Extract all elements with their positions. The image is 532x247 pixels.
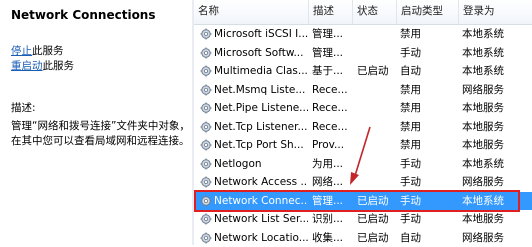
service-gear-icon: [200, 47, 212, 59]
column-header-logon-as[interactable]: 登录为: [458, 0, 532, 24]
service-desc-cell: 管理...: [312, 192, 354, 211]
service-name-cell: Network Access ...: [214, 173, 308, 192]
service-title: Network Connections: [11, 8, 156, 22]
restart-service-link[interactable]: 重启动: [11, 60, 43, 72]
service-status-cell: 已启动: [357, 229, 399, 247]
service-row[interactable]: Network Locatio...收集...已启动自动网络服务: [194, 229, 532, 247]
stop-service-link[interactable]: 停止: [11, 45, 32, 57]
service-startup-cell: 手动: [400, 173, 458, 192]
list-header: 名称 描述 状态 启动类型 登录为: [194, 0, 532, 25]
service-startup-cell: 禁用: [400, 136, 458, 155]
service-desc-cell: Rece...: [312, 99, 354, 118]
service-name-cell: Network Connec...: [214, 192, 308, 211]
service-desc-cell: 管理...: [312, 25, 354, 44]
service-name-cell: Net.Tcp Port Sh...: [214, 136, 308, 155]
annotation-arrow: [340, 125, 380, 187]
service-row[interactable]: Microsoft iSCSI I...管理... 禁用本地系统: [194, 25, 532, 44]
column-header-description[interactable]: 描述: [308, 0, 352, 24]
service-logon-cell: 本地服务: [462, 210, 532, 229]
service-status-cell: 已启动: [357, 210, 399, 229]
stop-service-action: 停止此服务: [11, 43, 64, 58]
service-logon-cell: 本地系统: [462, 155, 532, 174]
service-gear-icon: [200, 232, 212, 244]
service-logon-cell: 本地系统: [462, 25, 532, 44]
service-logon-cell: 网络服务: [462, 173, 532, 192]
service-logon-cell: 网络服务: [462, 229, 532, 247]
service-logon-cell: 本地系统: [462, 192, 532, 211]
service-gear-icon: [200, 84, 212, 96]
service-startup-cell: 手动: [400, 155, 458, 174]
service-gear-icon: [200, 121, 212, 133]
description-text: 管理“网络和拨号连接”文件夹中对象，在其中您可以查看局域网和远程连接。: [11, 119, 193, 150]
service-logon-cell: 本地服务: [462, 136, 532, 155]
service-row[interactable]: Multimedia Clas...基于...已启动自动本地系统: [194, 62, 532, 81]
service-startup-cell: 手动: [400, 44, 458, 63]
service-name-cell: Net.Pipe Listene...: [214, 99, 308, 118]
service-name-cell: Net.Msmq Liste...: [214, 81, 308, 100]
service-status-cell: [357, 25, 399, 44]
service-logon-cell: 网络服务: [462, 81, 532, 100]
stop-service-suffix: 此服务: [32, 45, 64, 57]
service-status-cell: [357, 99, 399, 118]
service-name-cell: Network Locatio...: [214, 229, 308, 247]
service-row[interactable]: Microsoft Softw...管理... 手动本地系统: [194, 44, 532, 63]
service-details-pane: Network Connections 停止此服务 重启动此服务 描述: 管理“…: [0, 0, 192, 245]
service-status-cell: [357, 44, 399, 63]
service-name-cell: Multimedia Clas...: [214, 62, 308, 81]
service-startup-cell: 禁用: [400, 99, 458, 118]
service-name-cell: Netlogon: [214, 155, 308, 174]
service-name-cell: Net.Tcp Listener...: [214, 118, 308, 137]
service-row[interactable]: Network List Ser...识别...已启动手动本地服务: [194, 210, 532, 229]
service-row[interactable]: Net.Msmq Liste...Rece... 禁用网络服务: [194, 81, 532, 100]
service-status-cell: [357, 81, 399, 100]
column-header-name[interactable]: 名称: [194, 0, 308, 24]
service-row[interactable]: Network Connec...管理...已启动手动本地系统: [194, 192, 532, 211]
service-name-cell: Microsoft iSCSI I...: [214, 25, 308, 44]
restart-service-suffix: 此服务: [43, 60, 75, 72]
service-desc-cell: 基于...: [312, 62, 354, 81]
service-startup-cell: 禁用: [400, 118, 458, 137]
service-desc-cell: 识别...: [312, 210, 354, 229]
service-startup-cell: 手动: [400, 210, 458, 229]
service-gear-icon: [200, 102, 212, 114]
service-description: 描述: 管理“网络和拨号连接”文件夹中对象，在其中您可以查看局域网和远程连接。: [11, 101, 193, 150]
description-label: 描述:: [11, 101, 193, 117]
column-header-status[interactable]: 状态: [352, 0, 396, 24]
service-name-cell: Microsoft Softw...: [214, 44, 308, 63]
service-logon-cell: 本地服务: [462, 99, 532, 118]
service-name-cell: Network List Ser...: [214, 210, 308, 229]
service-startup-cell: 自动: [400, 229, 458, 247]
service-startup-cell: 禁用: [400, 25, 458, 44]
service-gear-icon: [200, 28, 212, 40]
service-gear-icon: [200, 176, 212, 188]
service-gear-icon: [200, 213, 212, 225]
service-gear-icon: [200, 158, 212, 170]
services-list: 名称 描述 状态 启动类型 登录为 Microsoft iSCSI I...管理…: [194, 0, 532, 245]
restart-service-action: 重启动此服务: [11, 58, 74, 73]
service-desc-cell: 管理...: [312, 44, 354, 63]
service-desc-cell: Rece...: [312, 81, 354, 100]
service-desc-cell: 收集...: [312, 229, 354, 247]
service-logon-cell: 本地服务: [462, 118, 532, 137]
service-gear-icon: [200, 65, 212, 77]
service-startup-cell: 手动: [400, 192, 458, 211]
service-startup-cell: 自动: [400, 62, 458, 81]
service-logon-cell: 本地系统: [462, 62, 532, 81]
service-gear-icon: [200, 139, 212, 151]
service-gear-icon: [200, 195, 212, 207]
column-header-startup-type[interactable]: 启动类型: [396, 0, 458, 24]
service-startup-cell: 禁用: [400, 81, 458, 100]
service-status-cell: 已启动: [357, 192, 399, 211]
service-logon-cell: 本地系统: [462, 44, 532, 63]
service-row[interactable]: Net.Pipe Listene...Rece... 禁用本地服务: [194, 99, 532, 118]
service-status-cell: 已启动: [357, 62, 399, 81]
